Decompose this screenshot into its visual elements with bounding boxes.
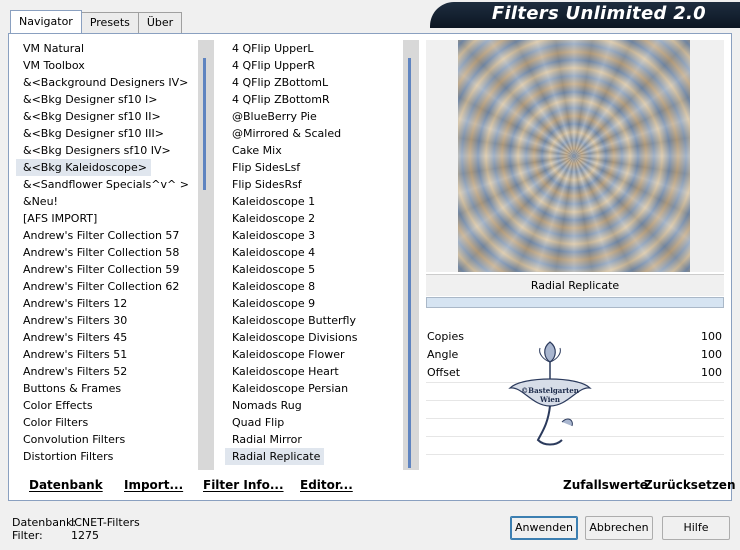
selected-filter-name: Radial Replicate xyxy=(426,274,724,296)
param-label: Copies xyxy=(427,330,464,343)
filter-item[interactable]: Flip SidesRsf xyxy=(225,176,401,193)
help-button[interactable]: Hilfe xyxy=(662,516,730,540)
category-item[interactable]: Andrew's Filters 12 xyxy=(16,295,196,312)
category-item[interactable]: &<Background Designers IV> xyxy=(16,74,196,91)
filter-item[interactable]: Kaleidoscope 1 xyxy=(225,193,401,210)
filter-scrollbar-track[interactable] xyxy=(403,40,419,470)
category-item[interactable]: Convolution Filters xyxy=(16,431,196,448)
param-value: 100 xyxy=(701,366,722,379)
status-filter-count: 1275 xyxy=(71,529,99,542)
category-item[interactable]: &<Bkg Designer sf10 II> xyxy=(16,108,196,125)
filter-item[interactable]: Kaleidoscope 5 xyxy=(225,261,401,278)
category-list[interactable]: VM Natural VM Toolbox &<Background Designe… xyxy=(16,40,196,470)
filter-item[interactable]: Kaleidoscope 8 xyxy=(225,278,401,295)
status-database-label: Datenbank: xyxy=(12,516,77,529)
param-value: 100 xyxy=(701,330,722,343)
category-item[interactable]: Andrew's Filters 51 xyxy=(16,346,196,363)
cancel-button[interactable]: Abbrechen xyxy=(585,516,653,540)
filter-item[interactable]: 4 QFlip UpperR xyxy=(225,57,401,74)
tab-presets[interactable]: Presets xyxy=(80,12,139,33)
param-label: Angle xyxy=(427,348,459,361)
tab-navigator[interactable]: Navigator xyxy=(10,10,82,33)
category-item[interactable]: Distortion Filters xyxy=(16,448,196,465)
filter-item[interactable]: Kaleidoscope Heart xyxy=(225,363,401,380)
category-item[interactable]: Color Effects xyxy=(16,397,196,414)
filter-item[interactable]: Kaleidoscope 9 xyxy=(225,295,401,312)
filter-scrollbar-thumb[interactable] xyxy=(408,58,411,468)
filter-item[interactable]: Kaleidoscope Persian xyxy=(225,380,401,397)
filter-item[interactable]: @BlueBerry Pie xyxy=(225,108,401,125)
apply-button[interactable]: Anwenden xyxy=(510,516,578,540)
category-scrollbar-thumb[interactable] xyxy=(203,58,206,190)
app-title: Filters Unlimited 2.0 xyxy=(491,3,706,24)
category-item[interactable]: VM Toolbox xyxy=(16,57,196,74)
filter-item[interactable]: Kaleidoscope 4 xyxy=(225,244,401,261)
tab-bar: Navigator Presets Über xyxy=(10,10,183,34)
category-item[interactable]: Andrew's Filter Collection 59 xyxy=(16,261,196,278)
svg-text:©Bastelgarten: ©Bastelgarten xyxy=(521,386,579,395)
filter-info-button[interactable]: Filter Info... xyxy=(203,478,284,492)
filter-item[interactable]: Radial Replicate xyxy=(225,448,325,465)
category-item[interactable]: &<Bkg Designers sf10 IV> xyxy=(16,142,196,159)
filter-item[interactable]: 4 QFlip ZBottomL xyxy=(225,74,401,91)
param-value: 100 xyxy=(701,348,722,361)
filter-item[interactable]: Kaleidoscope Divisions xyxy=(225,329,401,346)
progress-bar xyxy=(426,297,724,308)
category-item[interactable]: &<Bkg Designer sf10 I> xyxy=(16,91,196,108)
filter-item[interactable]: 4 QFlip ZBottomR xyxy=(225,91,401,108)
filter-item[interactable]: Kaleidoscope 2 xyxy=(225,210,401,227)
random-values-button[interactable]: Zufallswerte xyxy=(563,478,648,492)
reset-button[interactable]: Zurücksetzen xyxy=(644,478,735,492)
category-item[interactable]: Andrew's Filters 45 xyxy=(16,329,196,346)
category-item[interactable]: &Neu! xyxy=(16,193,196,210)
filter-item[interactable]: Kaleidoscope Flower xyxy=(225,346,401,363)
category-scrollbar-track[interactable] xyxy=(198,40,214,470)
category-item[interactable]: Andrew's Filter Collection 62 xyxy=(16,278,196,295)
filter-item[interactable]: Flip SidesLsf xyxy=(225,159,401,176)
category-item[interactable]: &<Bkg Kaleidoscope> xyxy=(16,159,152,176)
database-button[interactable]: Datenbank xyxy=(29,478,103,492)
filter-item[interactable]: @Mirrored & Scaled xyxy=(225,125,401,142)
category-item[interactable]: Buttons & Frames xyxy=(16,380,196,397)
list-actions: Datenbank Import... Filter Info... Edito… xyxy=(16,472,416,498)
category-item[interactable]: Andrew's Filters 52 xyxy=(16,363,196,380)
filter-item[interactable]: Nomads Rug xyxy=(225,397,401,414)
category-item[interactable]: Color Filters xyxy=(16,414,196,431)
filter-item[interactable]: Cake Mix xyxy=(225,142,401,159)
filter-item[interactable]: Kaleidoscope 3 xyxy=(225,227,401,244)
svg-text:Wien: Wien xyxy=(539,395,560,404)
category-item[interactable]: Andrew's Filters 30 xyxy=(16,312,196,329)
tab-about[interactable]: Über xyxy=(137,12,183,33)
category-item[interactable]: Andrew's Filter Collection 58 xyxy=(16,244,196,261)
editor-button[interactable]: Editor... xyxy=(300,478,353,492)
category-item[interactable]: &<Sandflower Specials^v^ > xyxy=(16,176,196,193)
category-item[interactable]: [AFS IMPORT] xyxy=(16,210,196,227)
param-label: Offset xyxy=(427,366,461,379)
status-filter-label: Filter: xyxy=(12,529,43,542)
app-title-bar: Filters Unlimited 2.0 xyxy=(430,2,740,28)
category-item[interactable]: Andrew's Filter Collection 57 xyxy=(16,227,196,244)
category-item[interactable]: &<Bkg Designer sf10 III> xyxy=(16,125,196,142)
preview-image xyxy=(458,40,690,272)
filter-list[interactable]: 4 QFlip UpperL 4 QFlip UpperR 4 QFlip ZBot… xyxy=(225,40,401,470)
category-item[interactable]: VM Natural xyxy=(16,40,196,57)
status-database-value: ICNET-Filters xyxy=(71,516,140,529)
filter-item[interactable]: Radial Mirror xyxy=(225,431,401,448)
import-button[interactable]: Import... xyxy=(124,478,183,492)
filter-item[interactable]: 4 QFlip UpperL xyxy=(225,40,401,57)
filter-item[interactable]: Quad Flip xyxy=(225,414,401,431)
watermark-logo: ©Bastelgarten Wien xyxy=(508,341,592,446)
filter-item[interactable]: Kaleidoscope Butterfly xyxy=(225,312,401,329)
